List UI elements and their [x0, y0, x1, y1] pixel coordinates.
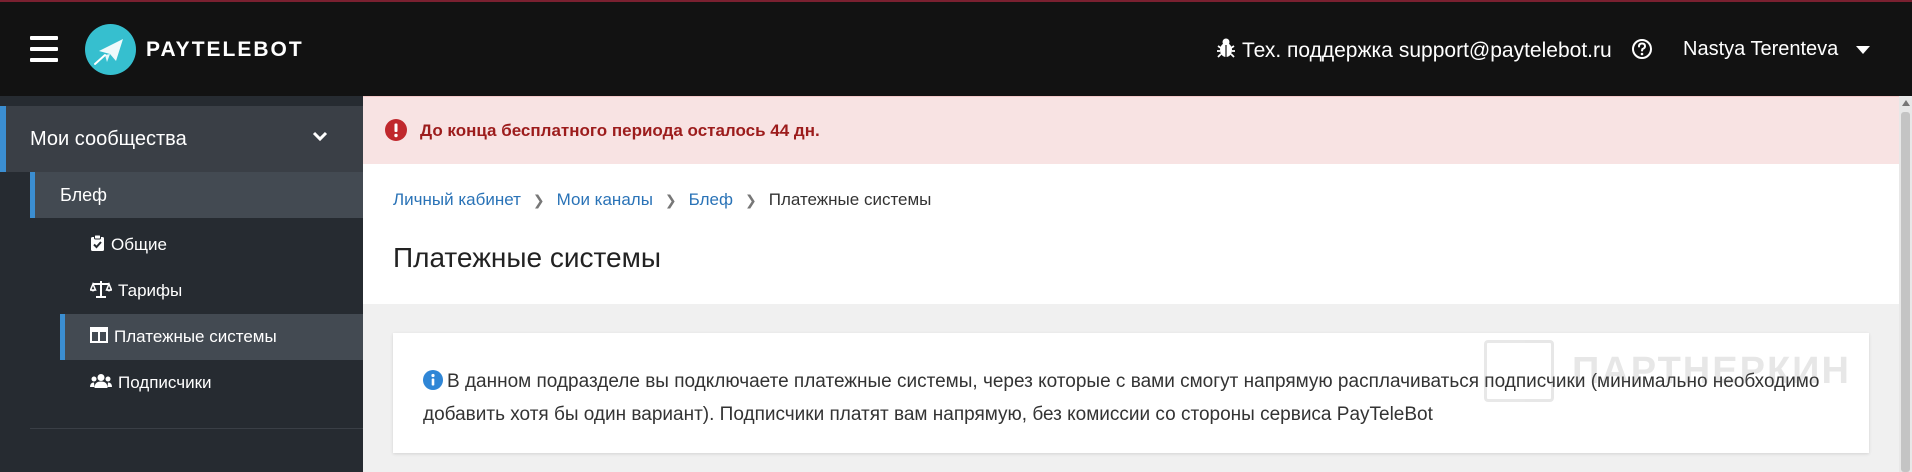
page-scrollbar[interactable]: [1899, 96, 1912, 472]
chevron-right-icon: ❯: [532, 191, 545, 208]
watermark-logo: ПАРТНЕРКИН: [1484, 336, 1864, 406]
sidebar-item-general[interactable]: Общие: [60, 222, 363, 268]
chevron-down-icon: [312, 130, 328, 148]
table-icon: [90, 326, 108, 348]
sidebar-item-channel[interactable]: Блеф: [30, 172, 363, 218]
chevron-right-icon: ❯: [744, 191, 757, 208]
breadcrumb: Личный кабинет ❯ Мои каналы ❯ Блеф ❯ Пла…: [393, 190, 931, 210]
page-header: Личный кабинет ❯ Мои каналы ❯ Блеф ❯ Пла…: [363, 164, 1899, 304]
sidebar-section-label: Мои сообщества: [30, 128, 187, 150]
help-icon[interactable]: [1631, 38, 1653, 65]
breadcrumb-item-channels[interactable]: Мои каналы: [557, 190, 653, 210]
sidebar-section-communities[interactable]: Мои сообщества: [0, 106, 363, 172]
page-title: Платежные системы: [393, 242, 661, 273]
sidebar-divider: [30, 428, 363, 429]
clipboard-check-icon: [90, 234, 105, 257]
scroll-up-icon[interactable]: [1902, 100, 1910, 106]
exclamation-circle-icon: [385, 119, 407, 146]
support-label: Тех. поддержка: [1242, 39, 1393, 62]
sidebar-item-subscribers[interactable]: Подписчики: [60, 360, 363, 406]
sidebar-item-payment-systems[interactable]: Платежные системы: [60, 314, 363, 360]
user-menu[interactable]: Nastya Terenteva: [1683, 38, 1871, 61]
caret-down-icon: [1856, 38, 1871, 61]
bug-icon: [1216, 37, 1236, 65]
sidebar-item-label: Тарифы: [118, 281, 183, 300]
brand-name[interactable]: PAYTELEBOT: [146, 38, 304, 62]
watermark-box-icon: [1484, 340, 1554, 402]
info-circle-icon: [423, 370, 443, 400]
alert-text: До конца бесплатного периода осталось 44…: [420, 121, 820, 140]
sidebar-item-label: Подписчики: [118, 373, 212, 392]
logo-icon[interactable]: [85, 24, 136, 75]
sidebar: Мои сообщества Блеф Общие Тарифы Платежн…: [0, 96, 363, 472]
users-icon: [90, 373, 112, 394]
watermark-text: ПАРТНЕРКИН: [1572, 349, 1851, 392]
balance-scale-icon: [89, 280, 113, 303]
top-bar: PAYTELEBOT Тех. поддержка support@paytel…: [0, 0, 1912, 96]
chevron-right-icon: ❯: [664, 191, 677, 208]
breadcrumb-item-channel[interactable]: Блеф: [689, 190, 733, 210]
sidebar-item-label: Платежные системы: [114, 327, 277, 346]
breadcrumb-item-dashboard[interactable]: Личный кабинет: [393, 190, 521, 210]
sidebar-item-tariffs[interactable]: Тарифы: [60, 268, 363, 314]
support-email[interactable]: support@paytelebot.ru: [1399, 39, 1612, 63]
breadcrumb-current: Платежные системы: [768, 190, 932, 209]
trial-alert: До конца бесплатного периода осталось 44…: [363, 96, 1912, 164]
sidebar-channel-label: Блеф: [60, 185, 107, 205]
user-name: Nastya Terenteva: [1683, 38, 1839, 60]
support-link[interactable]: Тех. поддержка support@paytelebot.ru: [1216, 37, 1612, 65]
menu-toggle-button[interactable]: [30, 36, 58, 62]
scroll-thumb[interactable]: [1901, 112, 1910, 472]
sidebar-item-label: Общие: [111, 235, 167, 254]
